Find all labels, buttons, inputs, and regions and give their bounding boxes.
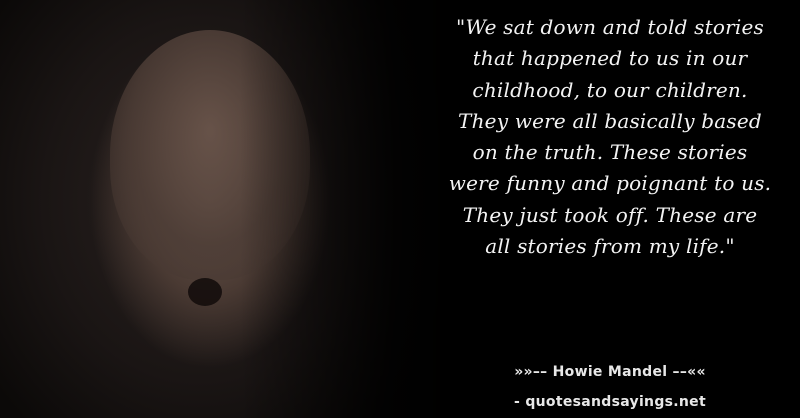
portrait-mouth bbox=[188, 278, 222, 306]
quote-author: »»–– Howie Mandel ––«« bbox=[514, 364, 706, 380]
quote-line: They just took off. These are bbox=[462, 202, 758, 227]
quote-line: on the truth. These stories bbox=[472, 140, 748, 165]
quote-line: were funny and poignant to us. bbox=[448, 171, 772, 196]
quote-line: "We sat down and told stories bbox=[456, 15, 764, 39]
quote-line: that happened to us in our bbox=[472, 46, 748, 71]
quote-line: They were all basically based bbox=[458, 108, 762, 133]
quote-line: childhood, to our children. bbox=[472, 77, 748, 102]
source-website: - quotesandsayings.net bbox=[514, 394, 706, 410]
quote-line: all stories from my life." bbox=[485, 234, 735, 259]
quote-text: "We sat down and told stories that happe… bbox=[420, 12, 800, 262]
